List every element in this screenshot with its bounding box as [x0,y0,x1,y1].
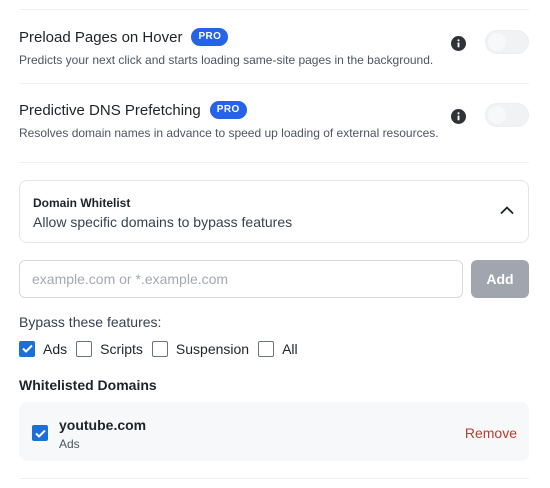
whitelisted-domains-title: Whitelisted Domains [19,377,157,393]
setting-title: Predictive DNS Prefetching [19,101,201,119]
domain-features: Ads [59,437,80,451]
scripts-checkbox[interactable] [76,340,93,357]
settings-panel: Preload Pages on Hover PRO Predicts your… [0,0,550,488]
feature-option-ads[interactable]: Ads [19,340,68,357]
whitelist-subtitle: Allow specific domains to bypass feature… [33,214,293,230]
feature-option-suspension[interactable]: Suspension [151,340,250,357]
setting-dns-prefetching: Predictive DNS Prefetching PRO Resolves … [19,101,529,161]
domain-name: youtube.com [59,417,147,433]
divider [19,478,529,479]
setting-title: Preload Pages on Hover [19,28,183,46]
domain-whitelist-header[interactable]: Domain Whitelist Allow specific domains … [19,180,529,243]
setting-description: Predicts your next click and starts load… [19,53,434,67]
pro-badge: PRO [209,101,247,119]
info-icon[interactable] [451,36,466,51]
whitelisted-domain-row: youtube.com Ads Remove [19,402,529,461]
divider [19,162,529,163]
remove-domain-button[interactable]: Remove [465,425,517,441]
setting-preload-pages: Preload Pages on Hover PRO Predicts your… [19,28,529,88]
scripts-label: Scripts [100,340,143,357]
suspension-checkbox[interactable] [151,340,168,357]
setting-description: Resolves domain names in advance to spee… [19,126,439,140]
preload-toggle[interactable] [485,30,529,54]
feature-option-all[interactable]: All [258,340,298,357]
whitelist-title: Domain Whitelist [33,196,131,210]
all-checkbox[interactable] [258,340,275,357]
ads-checkbox[interactable] [19,340,35,357]
setting-title-row: Predictive DNS Prefetching PRO [19,101,247,119]
add-domain-button[interactable]: Add [471,260,529,298]
setting-title-row: Preload Pages on Hover PRO [19,28,229,46]
checkmark-icon [21,344,33,353]
bypass-features-label: Bypass these features: [19,314,162,330]
domain-input[interactable] [19,260,463,298]
chevron-up-icon[interactable] [500,205,514,215]
divider [19,83,529,84]
pro-badge: PRO [191,28,229,46]
bypass-feature-checkboxes: Ads Scripts Suspension All [19,340,307,357]
info-icon[interactable] [451,109,466,124]
ads-label: Ads [43,340,68,357]
dns-prefetch-toggle[interactable] [485,103,529,127]
suspension-label: Suspension [175,340,250,357]
domain-select-checkbox[interactable] [32,425,48,441]
all-label: All [282,340,298,357]
feature-option-scripts[interactable]: Scripts [76,340,143,357]
divider [19,9,529,10]
checkmark-icon [34,429,46,438]
